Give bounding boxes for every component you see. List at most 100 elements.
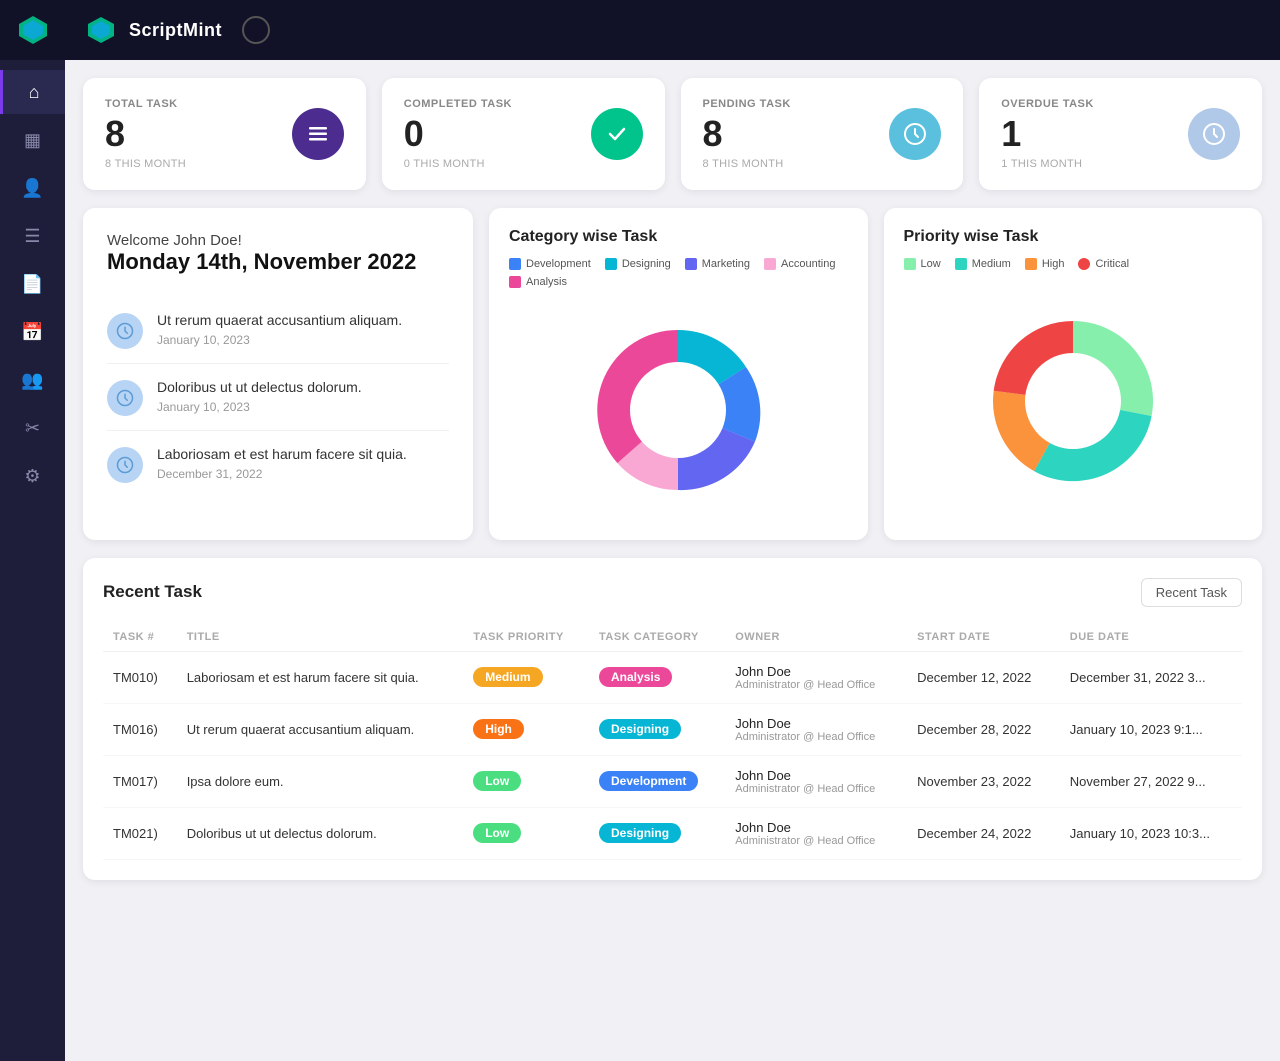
calendar-icon: 📅 — [21, 322, 43, 343]
cell-title-2: Ipsa dolore eum. — [177, 755, 464, 807]
sidebar-item-users[interactable]: 👤 — [0, 166, 65, 210]
priority-donut-chart — [963, 291, 1183, 511]
owner-name-2: John Doe — [735, 768, 897, 783]
cell-category-2: Development — [589, 755, 725, 807]
cell-priority-3: Low — [463, 807, 589, 859]
cell-due-0: December 31, 2022 3... — [1060, 651, 1242, 703]
team-icon: 👥 — [21, 370, 43, 391]
sidebar-item-calendar[interactable]: 📅 — [0, 310, 65, 354]
owner-name-1: John Doe — [735, 716, 897, 731]
stats-row: TOTAL TASK 8 8 THIS MONTH COMPLETED TASK… — [83, 78, 1262, 190]
task-clock-icon-3 — [107, 447, 143, 483]
cell-owner-3: John Doe Administrator @ Head Office — [725, 807, 907, 859]
stat-label-completed: COMPLETED TASK — [404, 98, 512, 110]
welcome-greeting: Welcome John Doe! — [107, 232, 449, 249]
legend-dot-medium — [955, 258, 967, 270]
priority-badge-1: High — [473, 719, 524, 739]
topbar-circle-indicator — [242, 16, 270, 44]
cell-priority-2: Low — [463, 755, 589, 807]
cell-start-3: December 24, 2022 — [907, 807, 1060, 859]
sidebar: ⌂ ▦ 👤 ☰ 📄 📅 👥 ✂ ⚙ — [0, 0, 65, 1061]
cell-task-num-2: TM017) — [103, 755, 177, 807]
legend-dot-high — [1025, 258, 1037, 270]
legend-item-designing: Designing — [605, 258, 671, 270]
table-row: TM016) Ut rerum quaerat accusantium aliq… — [103, 703, 1242, 755]
col-owner: OWNER — [725, 623, 907, 652]
legend-dot-accounting — [764, 258, 776, 270]
task-text-2: Doloribus ut ut delectus dolorum. — [157, 378, 362, 398]
priority-badge-0: Medium — [473, 667, 542, 687]
table-row: TM017) Ipsa dolore eum. Low Development … — [103, 755, 1242, 807]
stat-value-pending: 8 — [703, 114, 791, 154]
task-clock-icon-2 — [107, 380, 143, 416]
stat-info-completed: COMPLETED TASK 0 0 THIS MONTH — [404, 98, 512, 170]
stat-card-pending: PENDING TASK 8 8 THIS MONTH — [681, 78, 964, 190]
logo-icon — [15, 12, 51, 48]
stat-icon-completed — [591, 108, 643, 160]
stat-icon-total — [292, 108, 344, 160]
legend-dot-analysis — [509, 276, 521, 288]
sidebar-nav: ⌂ ▦ 👤 ☰ 📄 📅 👥 ✂ ⚙ — [0, 70, 65, 498]
table-row: TM021) Doloribus ut ut delectus dolorum.… — [103, 807, 1242, 859]
cell-priority-0: Medium — [463, 651, 589, 703]
col-due-date: DUE DATE — [1060, 623, 1242, 652]
cell-category-3: Designing — [589, 807, 725, 859]
stat-info-total: TOTAL TASK 8 8 THIS MONTH — [105, 98, 186, 170]
sidebar-item-reports[interactable]: 📄 — [0, 262, 65, 306]
tasks-icon: ☰ — [24, 226, 40, 247]
settings-icon: ⚙ — [24, 466, 40, 487]
owner-name-0: John Doe — [735, 664, 897, 679]
cell-title-3: Doloribus ut ut delectus dolorum. — [177, 807, 464, 859]
col-start-date: START DATE — [907, 623, 1060, 652]
cell-start-1: December 28, 2022 — [907, 703, 1060, 755]
cell-owner-2: John Doe Administrator @ Head Office — [725, 755, 907, 807]
cell-due-3: January 10, 2023 10:3... — [1060, 807, 1242, 859]
stat-sub-completed: 0 THIS MONTH — [404, 158, 512, 170]
legend-item-analysis: Analysis — [509, 276, 567, 288]
priority-chart-title: Priority wise Task — [904, 228, 1243, 246]
welcome-date: Monday 14th, November 2022 — [107, 249, 449, 275]
task-table-wrapper: TASK # TITLE TASK PRIORITY TASK CATEGORY… — [103, 623, 1242, 860]
sidebar-item-tasks[interactable]: ☰ — [0, 214, 65, 258]
recent-task-card: Recent Task Recent Task TASK # TITLE TAS… — [83, 558, 1262, 880]
sidebar-item-tools[interactable]: ✂ — [0, 406, 65, 450]
owner-sub-1: Administrator @ Head Office — [735, 731, 897, 743]
legend-item-development: Development — [509, 258, 591, 270]
cell-due-2: November 27, 2022 9... — [1060, 755, 1242, 807]
legend-item-critical: Critical — [1078, 258, 1129, 270]
cell-start-0: December 12, 2022 — [907, 651, 1060, 703]
stat-sub-overdue: 1 THIS MONTH — [1001, 158, 1094, 170]
owner-sub-2: Administrator @ Head Office — [735, 783, 897, 795]
priority-chart-area — [904, 282, 1243, 520]
col-task-num: TASK # — [103, 623, 177, 652]
sidebar-item-team[interactable]: 👥 — [0, 358, 65, 402]
sidebar-item-dashboard[interactable]: ▦ — [0, 118, 65, 162]
cell-task-num-3: TM021) — [103, 807, 177, 859]
recent-task-header: Recent Task Recent Task — [103, 578, 1242, 607]
col-category: TASK CATEGORY — [589, 623, 725, 652]
category-badge-1: Designing — [599, 719, 681, 739]
priority-badge-2: Low — [473, 771, 521, 791]
legend-dot-development — [509, 258, 521, 270]
stat-card-total: TOTAL TASK 8 8 THIS MONTH — [83, 78, 366, 190]
legend-dot-designing — [605, 258, 617, 270]
stat-value-overdue: 1 — [1001, 114, 1094, 154]
recent-task-tab-button[interactable]: Recent Task — [1141, 578, 1242, 607]
donut-hole-priority — [1025, 353, 1121, 449]
cell-owner-1: John Doe Administrator @ Head Office — [725, 703, 907, 755]
stat-card-completed: COMPLETED TASK 0 0 THIS MONTH — [382, 78, 665, 190]
app-name: ScriptMint — [129, 20, 222, 41]
legend-item-marketing: Marketing — [685, 258, 750, 270]
task-date-3: December 31, 2022 — [157, 467, 407, 481]
stat-info-pending: PENDING TASK 8 8 THIS MONTH — [703, 98, 791, 170]
stat-sub-pending: 8 THIS MONTH — [703, 158, 791, 170]
priority-chart-card: Priority wise Task Low Medium High — [884, 208, 1263, 540]
stat-label-total: TOTAL TASK — [105, 98, 186, 110]
stat-sub-total: 8 THIS MONTH — [105, 158, 186, 170]
sidebar-item-home[interactable]: ⌂ — [0, 70, 65, 114]
sidebar-item-settings[interactable]: ⚙ — [0, 454, 65, 498]
stat-card-overdue: OVERDUE TASK 1 1 THIS MONTH — [979, 78, 1262, 190]
category-badge-3: Designing — [599, 823, 681, 843]
cell-title-0: Laboriosam et est harum facere sit quia. — [177, 651, 464, 703]
stat-value-completed: 0 — [404, 114, 512, 154]
